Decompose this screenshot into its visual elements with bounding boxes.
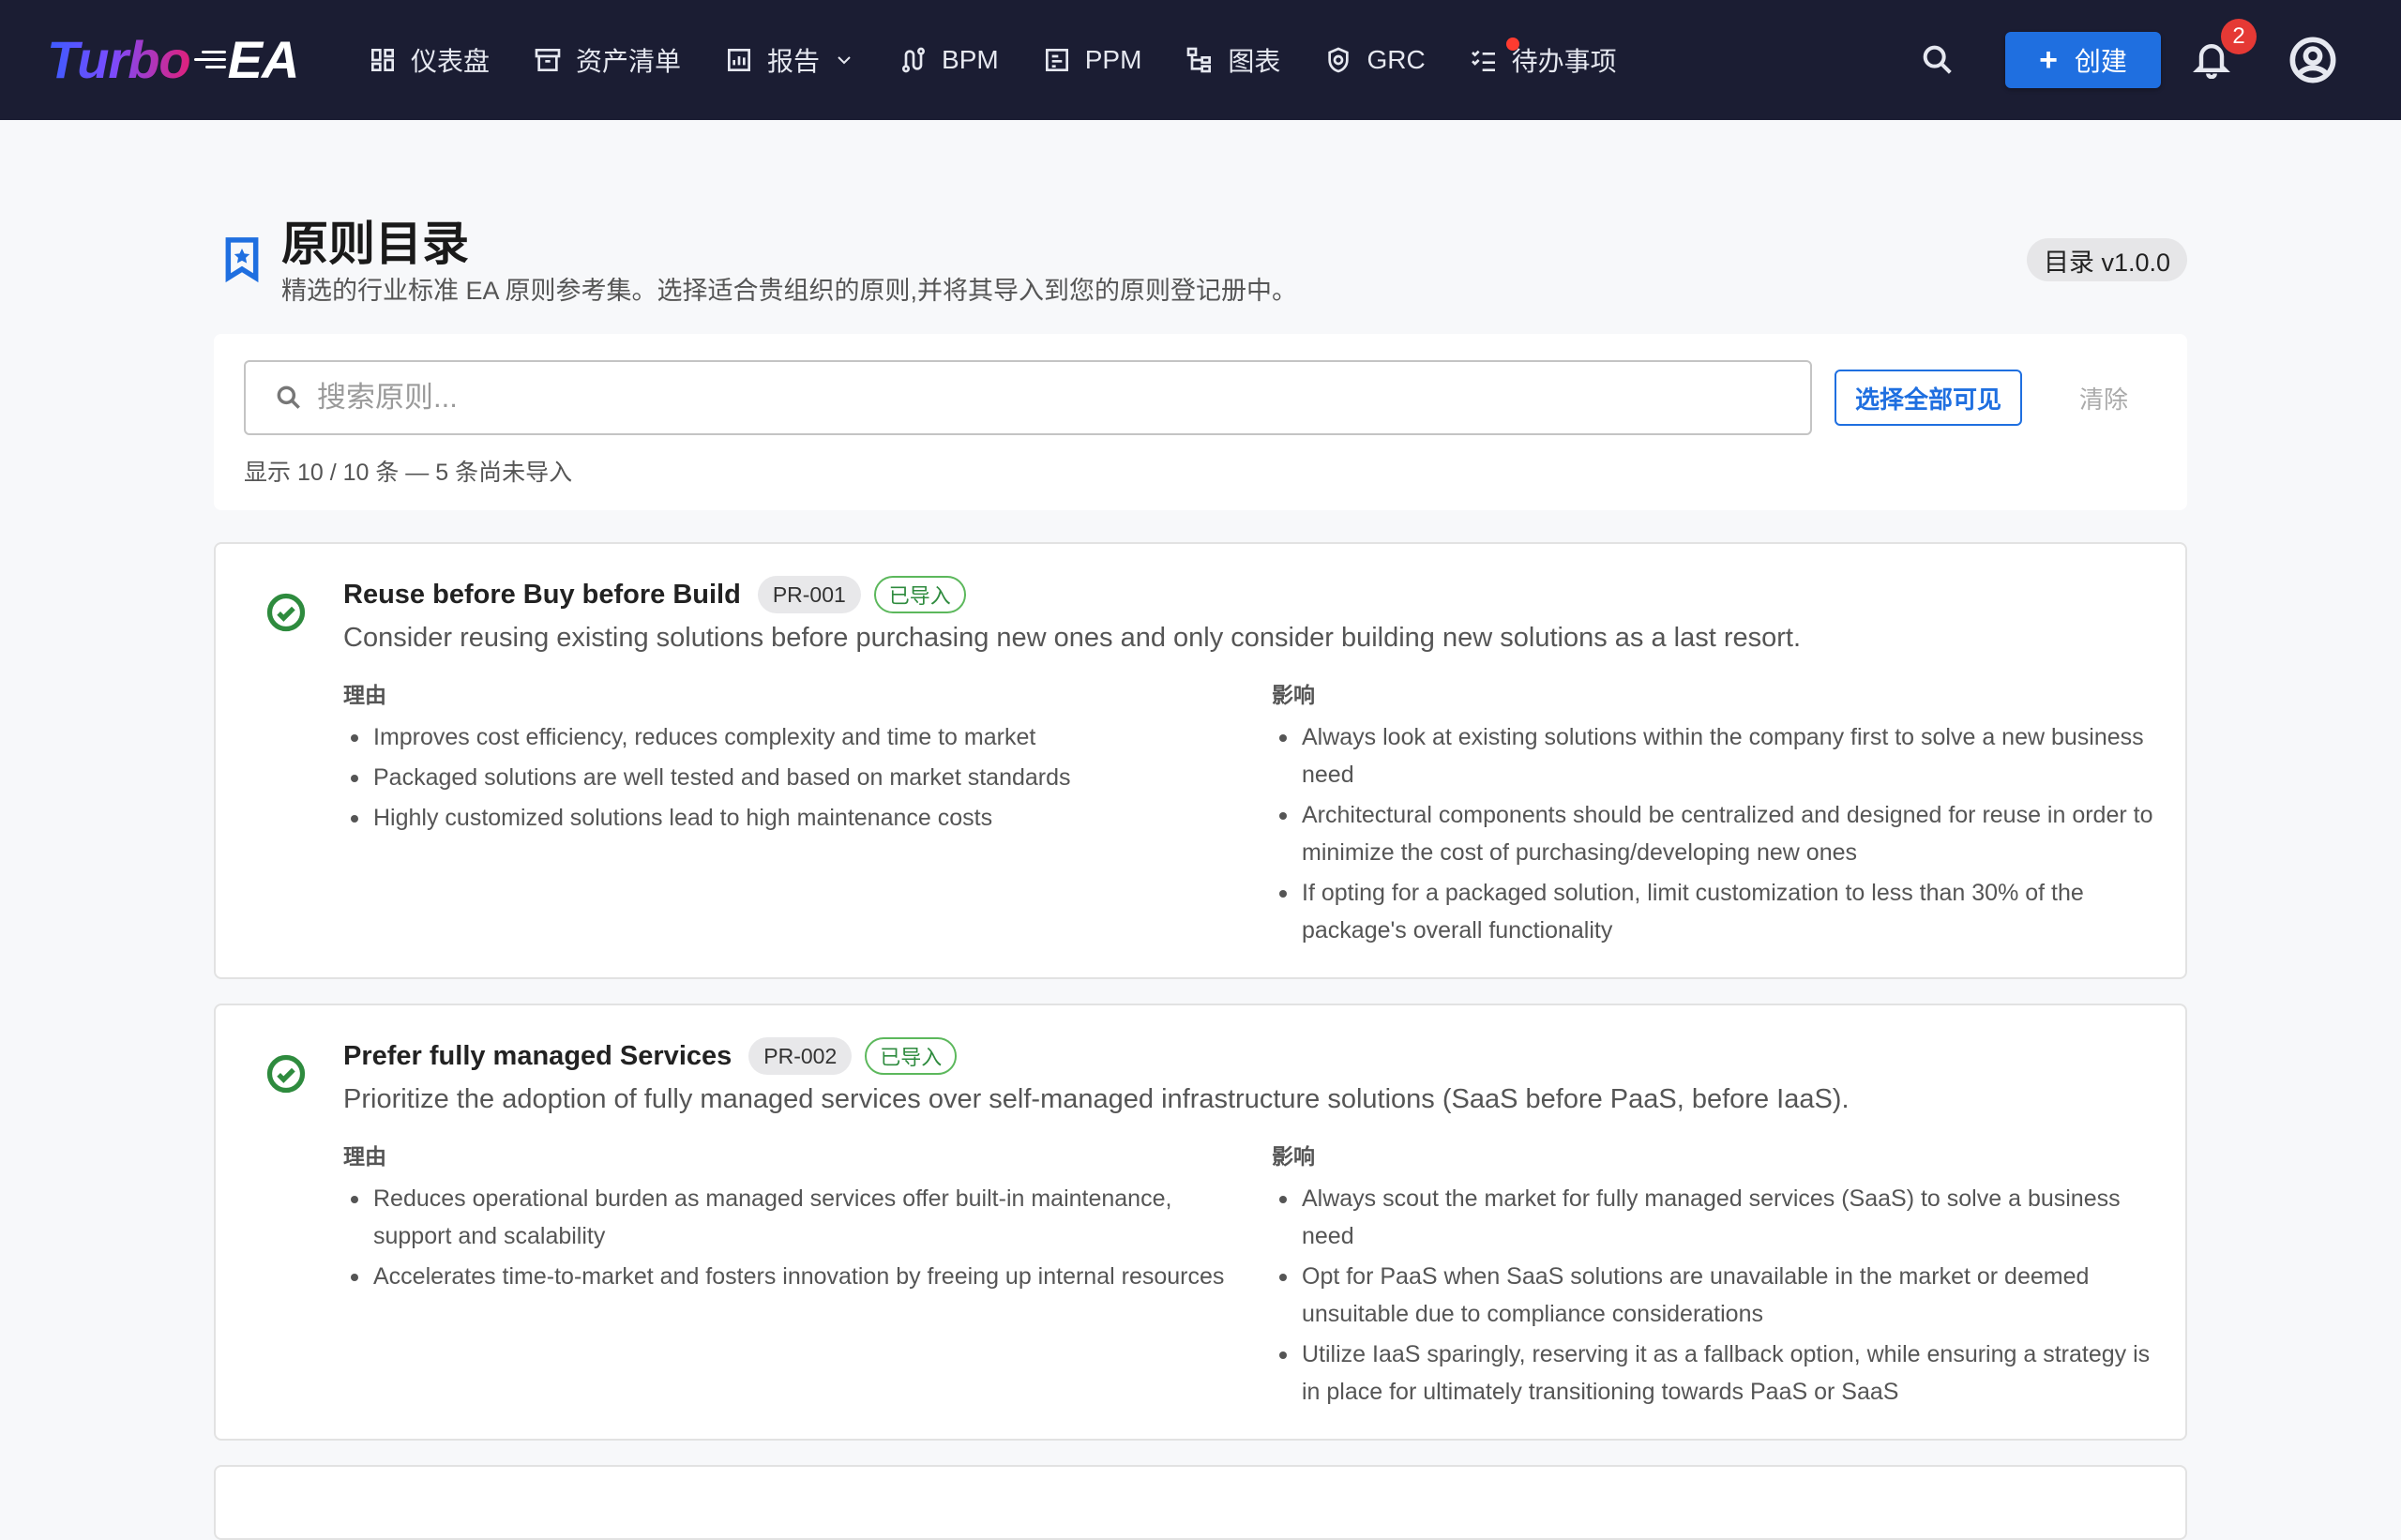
- create-button[interactable]: + 创建: [2005, 32, 2161, 88]
- rationale-item: Reduces operational burden as managed se…: [343, 1180, 1225, 1255]
- principle-card[interactable]: Reuse before Buy before Build PR-001 已导入…: [214, 542, 2187, 979]
- check-circle-icon: [266, 593, 306, 632]
- nav-label: 报告: [767, 47, 821, 76]
- implications-label: 影响: [1272, 683, 1315, 707]
- principle-card[interactable]: [214, 1465, 2187, 1540]
- archive-icon: [535, 49, 561, 71]
- implication-item: Always look at existing solutions within…: [1272, 718, 2153, 793]
- implications-label: 影响: [1272, 1144, 1315, 1169]
- card-header: Reuse before Buy before Build PR-001 已导入: [343, 574, 966, 615]
- dashboard-icon: [371, 49, 394, 71]
- principle-title: Prefer fully managed Services: [343, 1040, 732, 1071]
- principle-title: Reuse before Buy before Build: [343, 579, 741, 610]
- chevron-down-icon: [838, 56, 851, 65]
- principle-id-chip: PR-002: [748, 1037, 853, 1075]
- checklist-icon: [1471, 50, 1495, 71]
- nav-label: 待办事项: [1511, 47, 1617, 76]
- logo-speed-lines: [193, 45, 226, 73]
- nav-label: 仪表盘: [411, 47, 491, 76]
- account-button[interactable]: [2288, 36, 2337, 84]
- nav-item-grc[interactable]: GRC: [1312, 30, 1436, 90]
- create-button-label: 创建: [2074, 47, 2127, 76]
- logo-text-ea: EA: [227, 29, 300, 89]
- project-board-icon: [1045, 49, 1068, 71]
- select-all-visible-button[interactable]: 选择全部可见: [1835, 370, 2022, 426]
- main-nav: 仪表盘 资产清单 报告 BPM PPM 图表 GRC 待办事项: [356, 30, 1649, 90]
- search-icon: [277, 385, 300, 409]
- unread-dot: [1505, 38, 1519, 51]
- global-search-button[interactable]: [1919, 41, 1956, 79]
- app-logo[interactable]: Turbo EA: [47, 28, 300, 90]
- implication-item: Architectural components should be centr…: [1272, 796, 2153, 871]
- diagram-tree-icon: [1187, 47, 1212, 73]
- rationale-label: 理由: [343, 1144, 386, 1169]
- rationale-item: Highly customized solutions lead to high…: [343, 799, 1225, 837]
- rationale-label: 理由: [343, 683, 386, 707]
- rationale-item: Improves cost efficiency, reduces comple…: [343, 718, 1225, 756]
- nav-label: 图表: [1228, 47, 1281, 76]
- nav-item-ppm[interactable]: PPM: [1031, 30, 1154, 90]
- page-subtitle: 精选的行业标准 EA 原则参考集。选择适合贵组织的原则,并将其导入到您的原则登记…: [281, 277, 1298, 305]
- principle-card[interactable]: Prefer fully managed Services PR-002 已导入…: [214, 1004, 2187, 1441]
- nav-label: GRC: [1367, 45, 1426, 74]
- implications-section: 影响 Always look at existing solutions wit…: [1272, 677, 2153, 952]
- nav-item-reports[interactable]: 报告: [713, 30, 867, 90]
- account-circle-icon: [2289, 37, 2336, 83]
- result-count-text: 显示 10 / 10 条 — 5 条尚未导入: [244, 460, 573, 486]
- imported-status-chip: 已导入: [873, 576, 966, 613]
- nav-item-inventory[interactable]: 资产清单: [521, 30, 692, 90]
- page-header: 原则目录 精选的行业标准 EA 原则参考集。选择适合贵组织的原则,并将其导入到您…: [214, 206, 2187, 310]
- top-app-bar: Turbo EA 仪表盘 资产清单 报告 BPM PPM 图表 GRC 待办事项…: [0, 0, 2401, 120]
- search-icon: [1923, 45, 1952, 74]
- principle-id-chip: PR-001: [757, 576, 861, 613]
- implication-item: Utilize IaaS sparingly, reserving it as …: [1272, 1336, 2153, 1411]
- rationale-section: 理由 Improves cost efficiency, reduces com…: [343, 677, 1225, 839]
- nav-label: 资产清单: [576, 47, 682, 76]
- implication-item: Always scout the market for fully manage…: [1272, 1180, 2153, 1255]
- nav-item-bpm[interactable]: BPM: [887, 30, 1010, 90]
- notification-count-badge: 2: [2221, 19, 2257, 54]
- imported-status-chip: 已导入: [865, 1037, 958, 1075]
- catalog-version-chip: 目录 v1.0.0: [2026, 238, 2187, 281]
- route-icon: [902, 47, 926, 73]
- check-circle-icon: [266, 1054, 306, 1094]
- notifications-button[interactable]: 2: [2191, 19, 2257, 83]
- shield-check-icon: [1328, 47, 1350, 73]
- search-input[interactable]: [317, 381, 1724, 415]
- principle-description: Consider reusing existing solutions befo…: [343, 623, 1802, 653]
- implication-item: Opt for PaaS when SaaS solutions are una…: [1272, 1258, 2153, 1333]
- principle-description: Prioritize the adoption of fully managed…: [343, 1084, 1850, 1114]
- logo-text-turbo: Turbo: [47, 29, 191, 89]
- report-chart-icon: [728, 49, 751, 71]
- plus-icon: +: [2039, 42, 2058, 78]
- nav-item-diagrams[interactable]: 图表: [1173, 30, 1291, 90]
- rationale-section: 理由 Reduces operational burden as managed…: [343, 1139, 1225, 1298]
- page-title: 原则目录: [281, 218, 469, 270]
- implication-item: If opting for a packaged solution, limit…: [1272, 874, 2153, 949]
- clear-button[interactable]: 清除: [2052, 370, 2155, 426]
- implications-section: 影响 Always scout the market for fully man…: [1272, 1139, 2153, 1413]
- nav-label: BPM: [942, 45, 999, 74]
- rationale-item: Accelerates time-to-market and fosters i…: [343, 1258, 1225, 1295]
- search-panel: 选择全部可见 清除 显示 10 / 10 条 — 5 条尚未导入: [214, 334, 2187, 510]
- search-field[interactable]: [244, 360, 1812, 435]
- nav-item-todo[interactable]: 待办事项: [1457, 30, 1628, 90]
- rationale-item: Packaged solutions are well tested and b…: [343, 759, 1225, 796]
- nav-item-dashboard[interactable]: 仪表盘: [356, 30, 501, 90]
- nav-label: PPM: [1084, 45, 1142, 74]
- card-header: Prefer fully managed Services PR-002 已导入: [343, 1035, 958, 1077]
- bookmark-star-icon: [221, 234, 263, 283]
